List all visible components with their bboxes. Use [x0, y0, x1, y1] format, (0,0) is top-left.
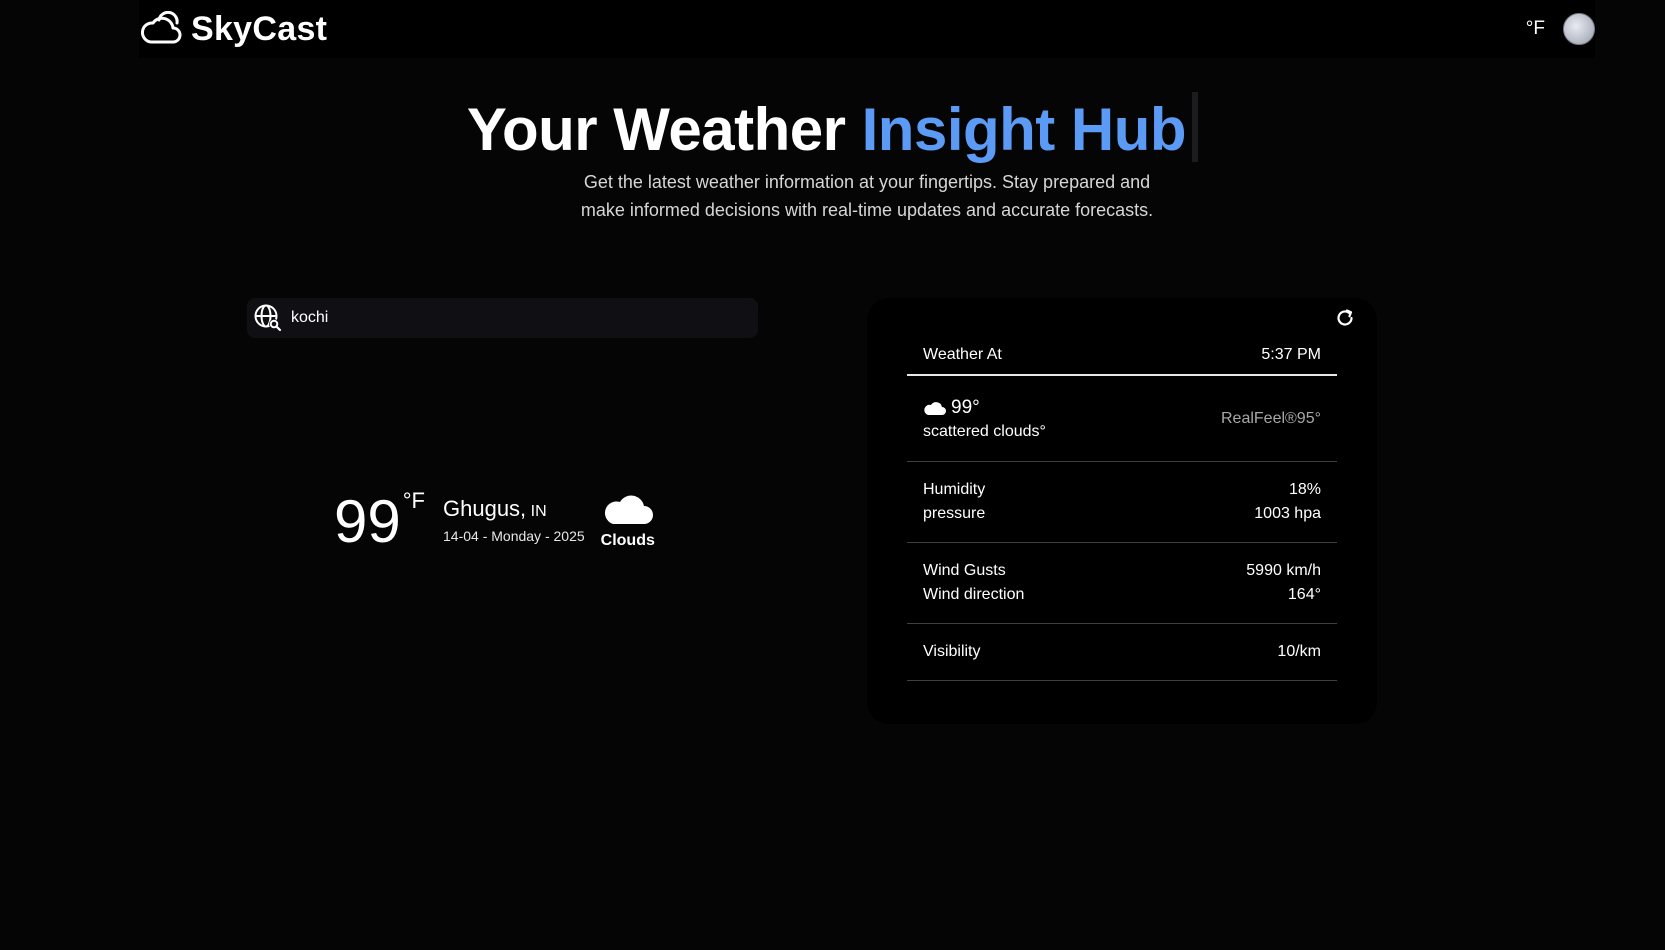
humidity-pressure-labels: Humidity pressure: [923, 481, 985, 523]
wind-row: Wind Gusts Wind direction 5990 km/h 164°: [907, 543, 1337, 624]
wind-direction-label: Wind direction: [923, 586, 1025, 603]
small-cloud-icon: [924, 401, 946, 415]
search-input[interactable]: [291, 298, 758, 338]
weather-at-label: Weather At: [923, 346, 1002, 363]
wind-labels: Wind Gusts Wind direction: [923, 562, 1024, 604]
now-description: scattered clouds°: [923, 422, 1046, 440]
refresh-icon[interactable]: [1334, 307, 1356, 329]
wind-gusts-label: Wind Gusts: [923, 562, 1006, 579]
now-temp-line: 99°: [923, 397, 1046, 419]
visibility-row: Visibility 10/km: [907, 624, 1337, 681]
weather-at-time: 5:37 PM: [1261, 346, 1321, 363]
now-temperature: 99°: [951, 396, 980, 418]
condition-label: Clouds: [600, 532, 655, 549]
refresh-arrow-icon: [1337, 309, 1353, 326]
humidity-value: 18%: [1288, 481, 1321, 498]
location-block: Ghugus, IN 14-04 - Monday - 2025: [443, 496, 585, 544]
city-name: Ghugus,: [443, 496, 527, 521]
wind-direction-value: 164°: [1287, 586, 1321, 603]
cloud-icon: [604, 495, 653, 524]
typing-caret: [1192, 92, 1199, 162]
weather-at-row: Weather At 5:37 PM: [907, 336, 1337, 376]
realfeel-value: RealFeel®95°: [1220, 409, 1321, 427]
details-list: Weather At 5:37 PM 99° scattered clouds°…: [907, 336, 1337, 681]
current-conditions-row: 99° scattered clouds° RealFeel®95°: [907, 376, 1337, 462]
current-date: 14-04 - Monday - 2025: [443, 528, 585, 544]
humidity-label: Humidity: [923, 481, 986, 498]
humidity-pressure-row: Humidity pressure 18% 1003 hpa: [907, 462, 1337, 543]
brand-name: SkyCast: [191, 9, 328, 48]
cloud-outline-icon: [141, 11, 182, 44]
globe-search-icon: [254, 304, 282, 332]
visibility-label: Visibility: [923, 643, 981, 660]
hero-title-text: Your Weather: [466, 96, 846, 163]
hero-title-accent: Insight Hub: [861, 96, 1187, 163]
wind-gusts-value: 5990 km/h: [1246, 562, 1321, 579]
visibility-value: 10/km: [1277, 643, 1321, 660]
wind-values: 5990 km/h 164°: [1246, 562, 1321, 604]
unit-toggle-button[interactable]: °F: [1526, 18, 1545, 40]
top-navbar: SkyCast °F: [139, 0, 1595, 58]
header-actions: °F: [1526, 13, 1595, 45]
user-avatar[interactable]: [1563, 13, 1595, 45]
humidity-pressure-values: 18% 1003 hpa: [1254, 481, 1321, 523]
current-conditions: 99° scattered clouds°: [923, 397, 1046, 441]
condition-block: Clouds: [601, 488, 655, 550]
country-code: IN: [530, 503, 547, 520]
temperature-unit: °F: [402, 488, 425, 513]
current-weather-summary: 99 °F Ghugus, IN 14-04 - Monday - 2025 C…: [334, 484, 655, 554]
hero-title: Your Weather Insight Hub: [0, 92, 1665, 164]
weather-details-card: Weather At 5:37 PM 99° scattered clouds°…: [867, 298, 1377, 724]
current-temperature: 99: [334, 488, 401, 555]
search-bar[interactable]: [247, 298, 758, 338]
hero-subtitle: Get the latest weather information at yo…: [580, 172, 1154, 220]
pressure-value: 1003 hpa: [1254, 505, 1321, 522]
brand-logo[interactable]: SkyCast: [139, 0, 327, 58]
pressure-label: pressure: [923, 505, 986, 522]
